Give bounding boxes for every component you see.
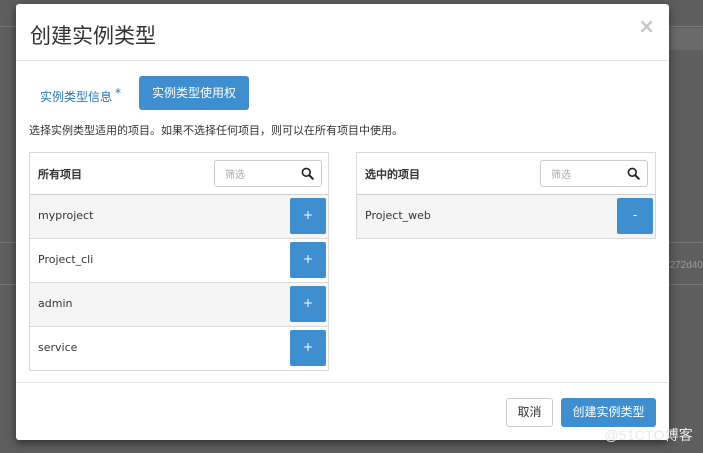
modal-header: 创建实例类型 × bbox=[16, 4, 669, 61]
selected-projects-title: 选中的项目 bbox=[365, 168, 420, 181]
search-icon bbox=[627, 167, 640, 180]
selected-projects-panel: 选中的项目 筛选 Project_web - bbox=[356, 152, 656, 239]
project-name: Project_cli bbox=[38, 253, 94, 266]
list-item: Project_cli + bbox=[30, 239, 328, 283]
help-text: 选择实例类型适用的项目。如果不选择任何项目，则可以在所有项目中使用。 bbox=[29, 124, 403, 137]
add-project-button[interactable]: + bbox=[290, 286, 326, 322]
modal-title: 创建实例类型 bbox=[30, 24, 156, 48]
add-project-button[interactable]: + bbox=[290, 330, 326, 366]
all-projects-filter-input[interactable]: 筛选 bbox=[214, 160, 322, 187]
required-mark: * bbox=[115, 86, 122, 100]
backdrop-partial-id: 272d40 bbox=[669, 260, 703, 271]
selected-projects-header: 选中的项目 筛选 bbox=[357, 153, 655, 195]
selected-projects-filter-input[interactable]: 筛选 bbox=[540, 160, 648, 187]
add-project-button[interactable]: + bbox=[290, 198, 326, 234]
modal-footer: 取消 创建实例类型 bbox=[16, 382, 669, 441]
add-project-button[interactable]: + bbox=[290, 242, 326, 278]
all-projects-title: 所有项目 bbox=[38, 168, 82, 181]
all-projects-panel: 所有项目 筛选 myproject + Project_cli + admin … bbox=[29, 152, 329, 371]
search-icon bbox=[301, 167, 314, 180]
tab-flavor-access[interactable]: 实例类型使用权 bbox=[139, 76, 250, 110]
list-item: myproject + bbox=[30, 195, 328, 239]
create-flavor-modal: 创建实例类型 × 实例类型信息 * 实例类型使用权 选择实例类型适用的项目。如果不… bbox=[16, 4, 669, 440]
backdrop-header-strip bbox=[663, 28, 703, 50]
create-flavor-button[interactable]: 创建实例类型 bbox=[561, 398, 656, 427]
tab-flavor-info-label: 实例类型信息 bbox=[40, 90, 113, 104]
list-item: admin + bbox=[30, 283, 328, 327]
all-projects-header: 所有项目 筛选 bbox=[30, 153, 328, 195]
filter-placeholder: 筛选 bbox=[551, 170, 571, 181]
list-item: service + bbox=[30, 327, 328, 370]
filter-placeholder: 筛选 bbox=[225, 170, 245, 181]
list-item: Project_web - bbox=[357, 195, 655, 238]
close-icon[interactable]: × bbox=[638, 14, 655, 38]
tab-flavor-info[interactable]: 实例类型信息 * bbox=[40, 76, 121, 110]
remove-project-button[interactable]: - bbox=[617, 198, 653, 234]
project-name: Project_web bbox=[365, 209, 431, 222]
project-name: admin bbox=[38, 297, 73, 310]
project-name: myproject bbox=[38, 209, 94, 222]
cancel-button[interactable]: 取消 bbox=[506, 398, 553, 427]
project-name: service bbox=[38, 341, 78, 354]
watermark: @51CTO博客 bbox=[604, 427, 693, 443]
